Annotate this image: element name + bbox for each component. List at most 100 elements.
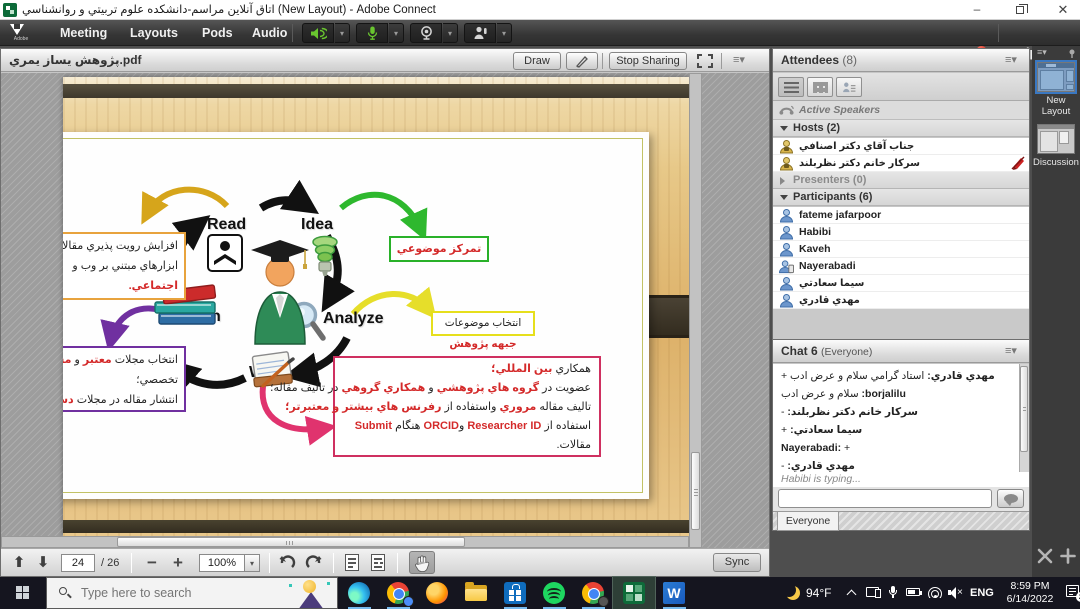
start-button[interactable]: [0, 577, 46, 609]
volume-muted-icon[interactable]: ×: [948, 587, 964, 599]
chat-pod-menu-icon[interactable]: ≡▾: [999, 344, 1023, 359]
menu-layouts[interactable]: Layouts: [120, 20, 188, 46]
microphone-tray-icon[interactable]: [888, 586, 898, 600]
textbox-journal-selection: انتخاب مجلات معتبر و مش تخصصي؛ انتشار مق…: [63, 346, 186, 412]
chat-message: سيما سعادتي +: [781, 421, 1013, 439]
taskbar-file-explorer-icon[interactable]: [457, 577, 496, 609]
layout-thumbnail-discussion[interactable]: [1037, 124, 1075, 154]
chat-tab-everyone[interactable]: Everyone: [777, 512, 839, 531]
host-row[interactable]: سركار خانم دكتر نظربلند: [773, 155, 1029, 172]
menu-audio[interactable]: Audio: [242, 20, 297, 46]
speaker-button[interactable]: [302, 23, 334, 43]
battery-tray-icon[interactable]: [906, 588, 920, 596]
horizontal-scrollbar-thumb[interactable]: [117, 537, 465, 547]
participant-row[interactable]: سيما سعادتي: [773, 275, 1029, 292]
close-button[interactable]: ✕: [1046, 0, 1080, 20]
menu-pods[interactable]: Pods: [192, 20, 243, 46]
zoom-in-button[interactable]: +: [167, 553, 189, 573]
attendee-list-view-button[interactable]: [778, 77, 804, 97]
action-center-icon[interactable]: 2: [1066, 585, 1080, 599]
document-viewport: Read Idea Analyze Write Publish: [1, 73, 769, 548]
status-dropdown[interactable]: ▾: [497, 23, 512, 43]
fit-page-button[interactable]: [345, 554, 359, 571]
participant-row[interactable]: Nayerabadi: [773, 258, 1029, 275]
read-icon: [207, 234, 243, 272]
weather-temperature[interactable]: 94°F: [806, 577, 831, 609]
breakout-view-button[interactable]: [807, 77, 833, 97]
microphone-dropdown[interactable]: ▾: [389, 23, 404, 43]
chat-message-input[interactable]: [778, 489, 992, 508]
status-view-button[interactable]: [836, 77, 862, 97]
taskbar-search[interactable]: [46, 577, 338, 609]
webcam-button[interactable]: [410, 23, 442, 43]
taskbar-spotify-icon[interactable]: [535, 577, 574, 609]
participant-row[interactable]: Habibi: [773, 224, 1029, 241]
speaker-dropdown[interactable]: ▾: [335, 23, 350, 43]
share-pod-menu-icon[interactable]: ≡▾: [727, 53, 751, 68]
search-input[interactable]: [81, 578, 271, 608]
fit-width-button[interactable]: [371, 554, 385, 571]
rotate-left-button[interactable]: [279, 555, 296, 571]
zoom-level-value[interactable]: 100%: [199, 554, 245, 572]
zoom-out-button[interactable]: −: [141, 553, 163, 573]
sync-button[interactable]: Sync: [713, 553, 761, 572]
chat-tabs-bar: Everyone: [773, 511, 1029, 530]
taskbar-adobe-connect-icon-active[interactable]: [613, 577, 655, 609]
host-name: سركار خانم دكتر نظربلند: [799, 155, 920, 172]
menu-meeting[interactable]: Meeting: [50, 20, 117, 46]
language-indicator[interactable]: ENG: [970, 577, 994, 609]
taskbar-firefox-icon[interactable]: [418, 577, 457, 609]
vertical-scrollbar-thumb[interactable]: [691, 452, 700, 530]
stop-sharing-button[interactable]: Stop Sharing: [609, 52, 687, 70]
zoom-dropdown[interactable]: ▾: [244, 554, 260, 572]
annotation-pencil-button[interactable]: [566, 52, 598, 70]
taskbar-chrome2-icon[interactable]: [574, 577, 613, 609]
microphone-button[interactable]: [356, 23, 388, 43]
rotate-right-button[interactable]: [305, 555, 322, 571]
layout-thumbnail-new-layout[interactable]: [1037, 62, 1075, 92]
previous-page-button[interactable]: ⬆: [9, 553, 29, 573]
participant-row[interactable]: fateme jafarpoor: [773, 207, 1029, 224]
participant-name: مهدي قادري: [799, 292, 860, 309]
attendees-pod-menu-icon[interactable]: ≡▾: [999, 53, 1023, 68]
attendees-title: Attendees: [781, 53, 839, 67]
hidden-icons-chevron[interactable]: [847, 590, 857, 600]
weather-moon-icon[interactable]: [786, 586, 800, 600]
presenters-section-header[interactable]: Presenters (0): [773, 172, 1029, 189]
pencil-icon: [575, 55, 589, 68]
horizontal-scrollbar[interactable]: [1, 536, 689, 548]
minimize-button[interactable]: –: [960, 0, 994, 20]
layouts-menu-icon[interactable]: ≡▾: [1037, 47, 1047, 58]
chat-scrollbar[interactable]: [1019, 364, 1029, 472]
taskbar-clock[interactable]: 8:59 PM 6/14/2022: [1002, 580, 1058, 606]
host-row[interactable]: جناب آقاي دكتر اصنافي: [773, 138, 1029, 155]
chat-sender: Nayerabadi: [781, 442, 841, 454]
next-page-button[interactable]: ⬇: [33, 553, 53, 573]
participant-row[interactable]: مهدي قادري: [773, 292, 1029, 309]
taskbar-microsoft-store-icon[interactable]: [496, 577, 535, 609]
draw-button[interactable]: Draw: [513, 52, 561, 70]
hosts-section-header[interactable]: Hosts (2): [773, 120, 1029, 137]
pin-icon[interactable]: [1068, 49, 1076, 58]
taskbar-word-icon[interactable]: W: [655, 577, 694, 609]
page-number-input[interactable]: [61, 554, 95, 572]
fullscreen-button[interactable]: [693, 52, 717, 70]
pan-tool-button[interactable]: [409, 551, 435, 574]
webcam-dropdown[interactable]: ▾: [443, 23, 458, 43]
wifi-tray-icon[interactable]: [928, 587, 942, 598]
chat-send-button[interactable]: [997, 489, 1024, 508]
participant-name: fateme jafarpoor: [799, 207, 881, 224]
taskbar-chrome-icon[interactable]: [379, 577, 418, 609]
participant-row[interactable]: Kaveh: [773, 241, 1029, 258]
toolbar-separator3: [333, 553, 334, 573]
maximize-button[interactable]: [1003, 0, 1037, 20]
manage-layouts-icon[interactable]: [1037, 548, 1053, 564]
display-tray-icon[interactable]: [866, 587, 879, 597]
vertical-scrollbar[interactable]: [689, 73, 702, 548]
participants-section-header[interactable]: Participants (6): [773, 189, 1029, 206]
add-layout-icon[interactable]: [1060, 548, 1076, 564]
chat-scrollbar-thumb[interactable]: [1020, 366, 1028, 452]
taskbar-edge-icon[interactable]: [340, 577, 379, 609]
share-pod-header: پژوهش يساز يمري.pdf Draw Stop Sharing ≡▾: [1, 49, 769, 72]
status-button[interactable]: [464, 23, 496, 43]
